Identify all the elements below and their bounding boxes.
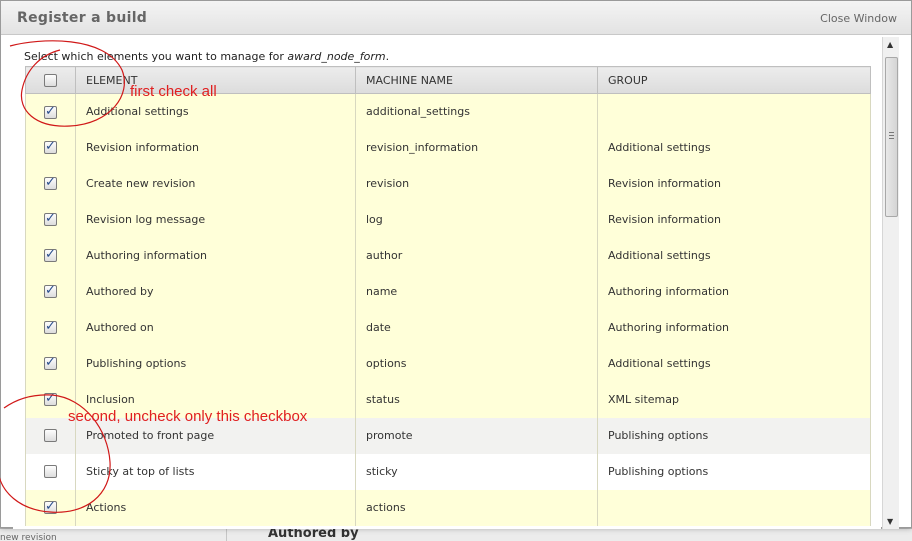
group-cell: Publishing options [597, 417, 871, 454]
row-checkbox[interactable] [44, 465, 57, 479]
row-checkbox-cell [25, 453, 76, 490]
machine-name-cell: revision_information [355, 129, 598, 166]
annotation-first-check-all: first check all [130, 83, 217, 100]
row-checkbox[interactable] [44, 499, 57, 515]
table-row: Actionsactions [25, 489, 871, 526]
element-cell: Authoring information [75, 237, 356, 274]
element-cell: Actions [75, 489, 356, 526]
element-cell: Authored on [75, 309, 356, 346]
table-row: Authored bynameAuthoring information [25, 273, 871, 310]
table-row: Sticky at top of lists sticky Publishing o… [25, 453, 871, 490]
row-checkbox[interactable] [44, 429, 57, 443]
group-cell: XML sitemap [597, 381, 871, 418]
group-cell: Revision information [597, 201, 871, 238]
dialog-content: Select which elements you want to manage… [13, 37, 881, 529]
select-all-checkbox[interactable] [44, 73, 57, 87]
row-checkbox[interactable] [44, 247, 57, 263]
row-checkbox[interactable] [44, 283, 57, 299]
machine-name-cell: name [355, 273, 598, 310]
background-bottom-strip [0, 528, 912, 541]
element-cell: Publishing options [75, 345, 356, 382]
machine-name-cell: status [355, 381, 598, 418]
row-checkbox[interactable] [44, 175, 57, 191]
intro-prefix: Select which elements you want to manage… [24, 50, 288, 63]
column-header-machine-name[interactable]: MACHINE NAME [355, 66, 598, 94]
background-small-text: new revision [0, 533, 57, 541]
register-build-dialog: Register a build Close Window Select whi… [0, 0, 912, 529]
row-checkbox-cell [25, 201, 76, 238]
intro-suffix: . [385, 50, 390, 63]
machine-name-cell: options [355, 345, 598, 382]
table-row: Revision log messagelogRevision informat… [25, 201, 871, 238]
row-checkbox-cell [25, 489, 76, 526]
table-row: Publishing optionsoptionsAdditional sett… [25, 345, 871, 382]
machine-name-cell: author [355, 237, 598, 274]
elements-table: ELEMENT MACHINE NAME GROUP Additional se… [25, 66, 871, 526]
row-checkbox-cell [25, 273, 76, 310]
group-cell: Publishing options [597, 453, 871, 490]
row-checkbox[interactable] [44, 319, 57, 335]
row-checkbox-cell [25, 165, 76, 202]
row-checkbox[interactable] [44, 391, 57, 407]
scrollbar-thumb[interactable] [885, 57, 898, 217]
row-checkbox[interactable] [44, 355, 57, 371]
element-cell: Revision information [75, 129, 356, 166]
scroll-down-arrow-icon[interactable]: ▼ [887, 517, 893, 526]
dialog-title: Register a build [17, 10, 148, 26]
group-cell [597, 93, 871, 130]
row-checkbox-cell [25, 309, 76, 346]
column-header-group[interactable]: GROUP [597, 66, 871, 94]
intro-text: Select which elements you want to manage… [24, 50, 389, 63]
table-row: Revision informationrevision_information… [25, 129, 871, 166]
vertical-scrollbar[interactable]: ▲ ▼ [882, 37, 899, 529]
row-checkbox[interactable] [44, 139, 57, 155]
group-cell: Additional settings [597, 345, 871, 382]
row-checkbox-cell [25, 93, 76, 130]
element-cell: Authored by [75, 273, 356, 310]
machine-name-cell: revision [355, 165, 598, 202]
scroll-up-arrow-icon[interactable]: ▲ [887, 40, 893, 49]
table-row: Authored ondateAuthoring information [25, 309, 871, 346]
machine-name-cell: date [355, 309, 598, 346]
group-cell: Additional settings [597, 129, 871, 166]
row-checkbox-cell [25, 237, 76, 274]
table-row: Create new revisionrevisionRevision info… [25, 165, 871, 202]
row-checkbox[interactable] [44, 104, 57, 119]
group-cell [597, 489, 871, 526]
intro-form-name: award_node_form [287, 50, 386, 63]
element-cell: Revision log message [75, 201, 356, 238]
grip-icon [889, 132, 894, 139]
machine-name-cell: actions [355, 489, 598, 526]
close-window-link[interactable]: Close Window [820, 12, 897, 25]
table-row: Authoring informationauthorAdditional se… [25, 237, 871, 274]
row-checkbox-cell [25, 345, 76, 382]
row-checkbox[interactable] [44, 211, 57, 227]
annotation-second-uncheck: second, uncheck only this checkbox [68, 408, 308, 425]
select-all-header [25, 66, 76, 94]
group-cell: Additional settings [597, 237, 871, 274]
machine-name-cell: sticky [355, 453, 598, 490]
machine-name-cell: promote [355, 417, 598, 454]
machine-name-cell: additional_settings [355, 93, 598, 130]
element-cell: Sticky at top of lists [75, 453, 356, 490]
group-cell: Revision information [597, 165, 871, 202]
element-cell: Create new revision [75, 165, 356, 202]
background-divider [226, 528, 227, 541]
row-checkbox-cell [25, 129, 76, 166]
machine-name-cell: log [355, 201, 598, 238]
dialog-titlebar: Register a build Close Window [1, 1, 911, 35]
group-cell: Authoring information [597, 309, 871, 346]
group-cell: Authoring information [597, 273, 871, 310]
